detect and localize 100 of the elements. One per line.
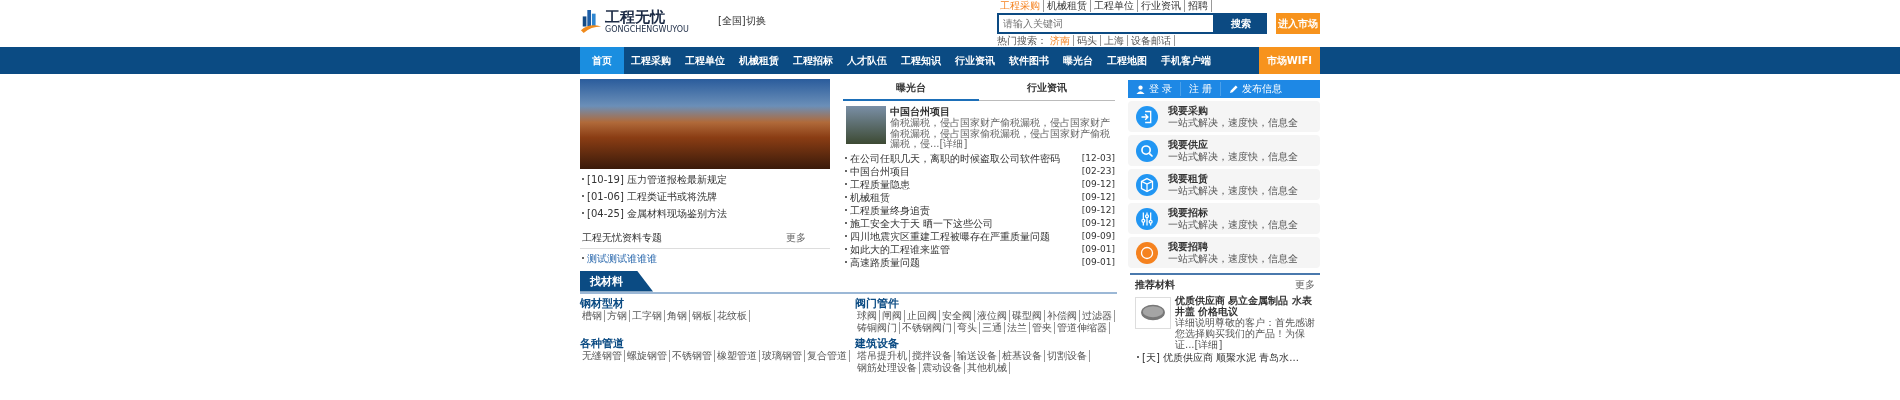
top-link[interactable]: 行业资讯 bbox=[1138, 0, 1185, 12]
register-link[interactable]: 注 册 bbox=[1180, 82, 1221, 96]
service-card[interactable]: 我要招聘 一站式解决，速度快，信息全 bbox=[1128, 237, 1320, 268]
top-link[interactable]: 机械租赁 bbox=[1044, 0, 1091, 12]
category-link[interactable]: 管道伸缩器 bbox=[1055, 321, 1110, 334]
service-card[interactable]: 我要招标 一站式解决，速度快，信息全 bbox=[1128, 203, 1320, 234]
hot-search-link[interactable]: 设备邮话 bbox=[1128, 35, 1175, 46]
category-link[interactable]: 其他机械 bbox=[965, 361, 1010, 374]
manhole-cover-drawing bbox=[1140, 304, 1166, 321]
category-link[interactable]: 弯头 bbox=[955, 321, 980, 334]
category-link[interactable]: 止回阀 bbox=[905, 309, 940, 322]
nav-tab[interactable]: 工程地图 bbox=[1100, 47, 1154, 74]
news-link[interactable]: 施工安全大于天 晒一下这些公司 bbox=[843, 216, 994, 230]
news-tab[interactable]: 行业资讯 bbox=[979, 79, 1115, 100]
news-link[interactable]: 工程质量终身追责 bbox=[843, 203, 930, 217]
category-link[interactable]: 橡塑管道 bbox=[715, 349, 760, 362]
service-subtitle: 一站式解决，速度快，信息全 bbox=[1168, 150, 1298, 163]
hot-search-link[interactable]: 码头 bbox=[1074, 35, 1101, 46]
category-link[interactable]: 角钢 bbox=[665, 309, 690, 322]
category-link[interactable]: 管夹 bbox=[1030, 321, 1055, 334]
publish-link[interactable]: 发布信息 bbox=[1220, 82, 1291, 96]
news-link[interactable]: 机械租赁 bbox=[843, 190, 890, 204]
category-link[interactable]: 塔吊提升机 bbox=[855, 349, 910, 362]
nav-tab[interactable]: 软件图书 bbox=[1002, 47, 1056, 74]
top-link[interactable]: 工程单位 bbox=[1091, 0, 1138, 12]
category-link[interactable]: 法兰 bbox=[1005, 321, 1030, 334]
news-link[interactable]: 在公司任职几天，离职的时候盗取公司软件密码 bbox=[843, 151, 1060, 165]
category-title[interactable]: 建筑设备 bbox=[855, 336, 1117, 350]
category-link[interactable]: 搅拌设备 bbox=[910, 349, 955, 362]
service-card[interactable]: 我要供应 一站式解决，速度快，信息全 bbox=[1128, 135, 1320, 166]
news-link[interactable]: [04-25] 金属材料现场鉴别方法 bbox=[580, 208, 728, 219]
service-title: 我要招标 bbox=[1168, 206, 1209, 219]
category-link[interactable]: 无缝钢管 bbox=[580, 349, 625, 362]
category-link[interactable]: 花纹板 bbox=[715, 309, 750, 322]
category-title[interactable]: 钢材型材 bbox=[580, 296, 855, 310]
category-link[interactable]: 输送设备 bbox=[955, 349, 1000, 362]
hot-search-link[interactable]: 上海 bbox=[1101, 35, 1128, 46]
detail-link[interactable]: [详细] bbox=[939, 138, 968, 149]
recommend-link[interactable]: [天] 优质供应商 顺聚水泥 青岛水... bbox=[1135, 351, 1315, 364]
search-button[interactable]: 搜索 bbox=[1215, 13, 1267, 34]
category-link[interactable]: 震动设备 bbox=[920, 361, 965, 374]
category-link[interactable]: 螺旋钢管 bbox=[625, 349, 670, 362]
category-link[interactable]: 铸铜阀门 bbox=[855, 321, 900, 334]
news-link[interactable]: 四川地震灾区重建工程被曝存在严重质量问题 bbox=[843, 229, 1050, 243]
nav-tab[interactable]: 首页 bbox=[580, 47, 624, 74]
nav-tab[interactable]: 曝光台 bbox=[1056, 47, 1100, 74]
photo-placeholder bbox=[846, 106, 886, 144]
nav-tab[interactable]: 行业资讯 bbox=[948, 47, 1002, 74]
login-link[interactable]: 登 录 bbox=[1128, 82, 1181, 96]
nav-tab[interactable]: 人才队伍 bbox=[840, 47, 894, 74]
nav-tab[interactable]: 手机客户端 bbox=[1154, 47, 1218, 74]
topic-link[interactable]: 测试测试谁谁谁 bbox=[580, 253, 830, 265]
category-title[interactable]: 阀门管件 bbox=[855, 296, 1117, 310]
news-link[interactable]: 如此大的工程谁来监管 bbox=[843, 242, 950, 256]
news-link[interactable]: 高速路质量问题 bbox=[843, 255, 920, 269]
category-link[interactable]: 钢板 bbox=[690, 309, 715, 322]
service-card[interactable]: 我要租赁 一站式解决，速度快，信息全 bbox=[1128, 169, 1320, 200]
region-switch-link[interactable]: [全国]切换 bbox=[717, 14, 766, 28]
category-link[interactable]: 补偿阀 bbox=[1045, 309, 1080, 322]
news-link[interactable]: [01-06] 工程类证书或将洗牌 bbox=[580, 191, 718, 202]
nav-tab[interactable]: 工程单位 bbox=[678, 47, 732, 74]
category-title[interactable]: 各种管道 bbox=[580, 336, 855, 350]
news-link[interactable]: [10-19] 压力管道报检最新规定 bbox=[580, 174, 728, 185]
detail-link[interactable]: [详细] bbox=[1194, 338, 1223, 350]
category-link[interactable]: 过滤器 bbox=[1080, 309, 1115, 322]
search-field[interactable]: 请输入关键词 bbox=[997, 13, 1215, 34]
category-link[interactable]: 工字钢 bbox=[630, 309, 665, 322]
category-link[interactable]: 切割设备 bbox=[1045, 349, 1090, 362]
category-link[interactable]: 闸阀 bbox=[880, 309, 905, 322]
category-link[interactable]: 球阀 bbox=[855, 309, 880, 322]
nav-tab[interactable]: 工程招标 bbox=[786, 47, 840, 74]
nav-tab[interactable]: 机械租赁 bbox=[732, 47, 786, 74]
category-link[interactable]: 方钢 bbox=[605, 309, 630, 322]
news-tab[interactable]: 曝光台 bbox=[843, 79, 979, 101]
service-subtitle: 一站式解决，速度快，信息全 bbox=[1168, 116, 1298, 129]
category-link[interactable]: 复合管道 bbox=[805, 349, 850, 362]
feature-title[interactable]: 中国台州项目 bbox=[890, 106, 1115, 118]
category-link[interactable]: 钢筋处理设备 bbox=[855, 361, 920, 374]
category-link[interactable]: 槽钢 bbox=[580, 309, 605, 322]
category-link[interactable]: 不锈钢阀门 bbox=[900, 321, 955, 334]
service-card[interactable]: 我要采购 一站式解决，速度快，信息全 bbox=[1128, 101, 1320, 132]
category-link[interactable]: 碟型阀 bbox=[1010, 309, 1045, 322]
product-title[interactable]: 优质供应商 易立金属制品 水表井盖 价格电议 bbox=[1175, 294, 1315, 317]
nav-tab[interactable]: 工程采购 bbox=[624, 47, 678, 74]
news-link[interactable]: 工程质量隐患 bbox=[843, 177, 910, 191]
category-link[interactable]: 安全阀 bbox=[940, 309, 975, 322]
more-link[interactable]: 更多 bbox=[786, 231, 806, 245]
top-link[interactable]: 招聘 bbox=[1185, 0, 1212, 12]
service-subtitle: 一站式解决，速度快，信息全 bbox=[1168, 252, 1298, 265]
nav-tab[interactable]: 工程知识 bbox=[894, 47, 948, 74]
hot-search-label: 热门搜索： bbox=[997, 35, 1047, 46]
category-link[interactable]: 液位阀 bbox=[975, 309, 1010, 322]
news-link[interactable]: 中国台州项目 bbox=[843, 164, 910, 178]
more-link[interactable]: 更多 bbox=[1295, 277, 1315, 292]
category-link[interactable]: 桩基设备 bbox=[1000, 349, 1045, 362]
news-date: [09-12] bbox=[1081, 190, 1115, 204]
category-link[interactable]: 三通 bbox=[980, 321, 1005, 334]
product-description: 详细说明尊敬的客户：首先感谢您选择购买我们的产品！为保证...[详细] bbox=[1175, 316, 1315, 350]
category-link[interactable]: 玻璃钢管 bbox=[760, 349, 805, 362]
category-link[interactable]: 不锈钢管 bbox=[670, 349, 715, 362]
